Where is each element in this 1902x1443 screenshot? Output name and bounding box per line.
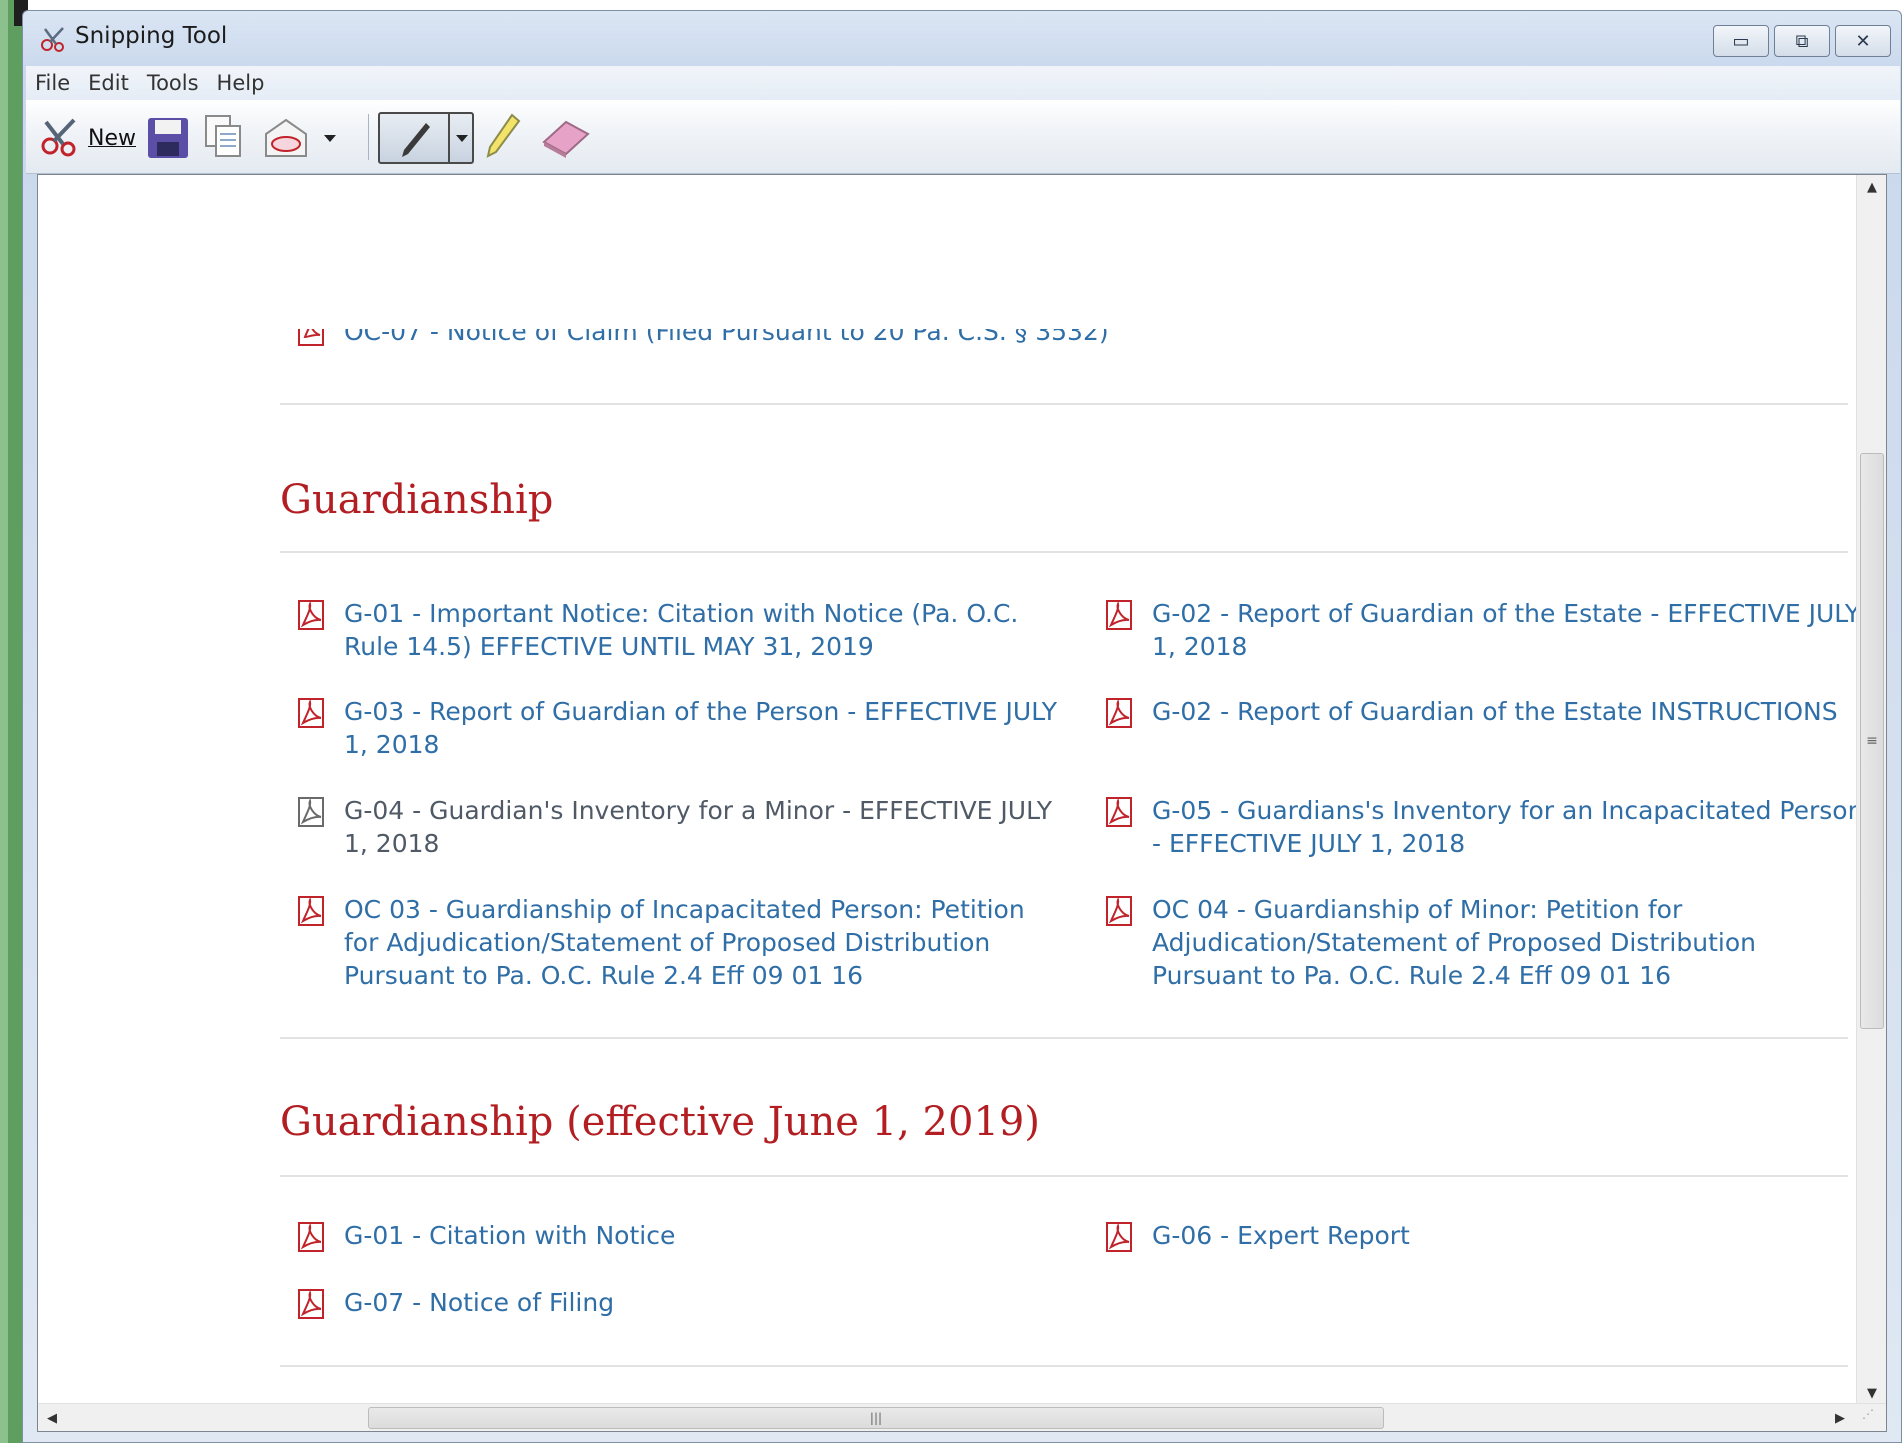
- close-icon: ✕: [1855, 30, 1871, 52]
- pdf-link[interactable]: G-01 - Citation with Notice: [296, 1219, 1066, 1253]
- pdf-icon: [1106, 600, 1132, 630]
- pdf-icon: [298, 329, 324, 346]
- menu-tools[interactable]: Tools: [138, 71, 208, 95]
- clipped-link-text[interactable]: OC-07 - Notice of Claim (Filed Pursuant …: [344, 329, 1109, 348]
- pdf-icon: [298, 797, 324, 827]
- vertical-scroll-thumb[interactable]: ≡: [1860, 453, 1884, 1029]
- pdf-link-text[interactable]: G-07 - Notice of Filing: [344, 1286, 614, 1320]
- toolbar: New: [26, 100, 1900, 174]
- scroll-up-arrow-icon[interactable]: ▲: [1857, 175, 1886, 199]
- scissors-icon: [41, 27, 64, 52]
- section-heading: Guardianship: [280, 477, 554, 523]
- pdf-icon: [298, 1222, 324, 1252]
- menu-file[interactable]: File: [26, 71, 79, 95]
- pdf-link-text[interactable]: G-05 - Guardians's Inventory for an Inca…: [1152, 794, 1864, 860]
- resize-grip-icon[interactable]: ⋰: [1862, 1407, 1884, 1429]
- pdf-link-text[interactable]: OC 04 - Guardianship of Minor: Petition …: [1152, 893, 1864, 992]
- save-icon[interactable]: [146, 116, 190, 160]
- pdf-link-text[interactable]: G-02 - Report of Guardian of the Estate …: [1152, 597, 1864, 663]
- pdf-icon: [1106, 896, 1132, 926]
- pdf-link-text[interactable]: G-01 - Important Notice: Citation with N…: [344, 597, 1066, 663]
- snipping-tool-window: Snipping Tool ▭ ⧉ ✕ File Edit Tools Help…: [22, 10, 1902, 1443]
- toolbar-separator: [368, 114, 369, 160]
- pdf-link[interactable]: G-04 - Guardian's Inventory for a Minor …: [296, 794, 1066, 860]
- restore-icon: ⧉: [1795, 30, 1809, 52]
- snip-preview[interactable]: OC-07 - Notice of Claim (Filed Pursuant …: [37, 174, 1887, 1432]
- horizontal-scrollbar[interactable]: ◀ ||| ▶ ⋰: [38, 1403, 1886, 1431]
- window-title: Snipping Tool: [75, 23, 228, 49]
- restore-button[interactable]: ⧉: [1774, 25, 1830, 57]
- copy-icon[interactable]: [202, 114, 246, 160]
- pen-button[interactable]: [378, 112, 474, 164]
- pdf-link[interactable]: G-03 - Report of Guardian of the Person …: [296, 695, 1066, 761]
- clipped-link-row: OC-07 - Notice of Claim (Filed Pursuant …: [296, 329, 1196, 359]
- vertical-scrollbar[interactable]: ▲ ≡ ▼: [1856, 175, 1886, 1405]
- highlighter-icon[interactable]: [482, 112, 522, 160]
- title-bar[interactable]: Snipping Tool ▭ ⧉ ✕: [23, 11, 1901, 61]
- divider: [280, 551, 1848, 553]
- pdf-link-text[interactable]: G-06 - Expert Report: [1152, 1219, 1410, 1253]
- pdf-link-text[interactable]: OC 03 - Guardianship of Incapacitated Pe…: [344, 893, 1066, 992]
- section-heading: Guardianship (effective June 1, 2019): [280, 1099, 1040, 1145]
- pdf-icon: [298, 600, 324, 630]
- pdf-link[interactable]: G-01 - Important Notice: Citation with N…: [296, 597, 1066, 663]
- dropdown-arrow-icon[interactable]: [322, 132, 338, 144]
- menu-edit[interactable]: Edit: [79, 71, 138, 95]
- pdf-link-text[interactable]: G-04 - Guardian's Inventory for a Minor …: [344, 794, 1066, 860]
- new-snip-button[interactable]: New: [38, 114, 136, 162]
- scroll-left-arrow-icon[interactable]: ◀: [38, 1404, 66, 1431]
- pdf-icon: [298, 896, 324, 926]
- pdf-link[interactable]: G-02 - Report of Guardian of the Estate …: [1104, 695, 1864, 729]
- eraser-icon[interactable]: [540, 116, 592, 160]
- minimize-icon: ▭: [1732, 30, 1750, 52]
- send-email-icon[interactable]: [262, 116, 310, 160]
- pdf-icon: [1106, 698, 1132, 728]
- pdf-link-text[interactable]: G-03 - Report of Guardian of the Person …: [344, 695, 1066, 761]
- pdf-link[interactable]: OC 04 - Guardianship of Minor: Petition …: [1104, 893, 1864, 992]
- horizontal-scroll-thumb[interactable]: |||: [368, 1407, 1384, 1429]
- pdf-link-text[interactable]: G-01 - Citation with Notice: [344, 1219, 675, 1253]
- pdf-link[interactable]: G-06 - Expert Report: [1104, 1219, 1864, 1253]
- dropdown-arrow-icon[interactable]: [454, 132, 470, 144]
- scissors-icon: [41, 118, 76, 157]
- scroll-right-arrow-icon[interactable]: ▶: [1826, 1404, 1854, 1431]
- minimize-button[interactable]: ▭: [1713, 25, 1769, 57]
- pdf-link[interactable]: G-07 - Notice of Filing: [296, 1286, 1066, 1320]
- pdf-link[interactable]: OC 03 - Guardianship of Incapacitated Pe…: [296, 893, 1066, 992]
- divider: [280, 1365, 1848, 1367]
- menu-help[interactable]: Help: [208, 71, 274, 95]
- divider: [280, 403, 1848, 405]
- pdf-icon: [1106, 797, 1132, 827]
- pdf-link-text[interactable]: G-02 - Report of Guardian of the Estate …: [1152, 695, 1838, 729]
- menu-bar: File Edit Tools Help: [26, 66, 1900, 100]
- divider: [280, 1175, 1848, 1177]
- pdf-link[interactable]: G-02 - Report of Guardian of the Estate …: [1104, 597, 1864, 663]
- desktop-edge: [0, 0, 28, 1443]
- close-button[interactable]: ✕: [1835, 25, 1891, 57]
- pen-icon: [402, 123, 430, 157]
- pdf-icon: [1106, 1222, 1132, 1252]
- new-label: New: [88, 125, 136, 151]
- scroll-down-arrow-icon[interactable]: ▼: [1857, 1381, 1886, 1405]
- pdf-link[interactable]: G-05 - Guardians's Inventory for an Inca…: [1104, 794, 1864, 860]
- divider: [280, 1037, 1848, 1039]
- pdf-icon: [298, 1289, 324, 1319]
- pdf-icon: [298, 698, 324, 728]
